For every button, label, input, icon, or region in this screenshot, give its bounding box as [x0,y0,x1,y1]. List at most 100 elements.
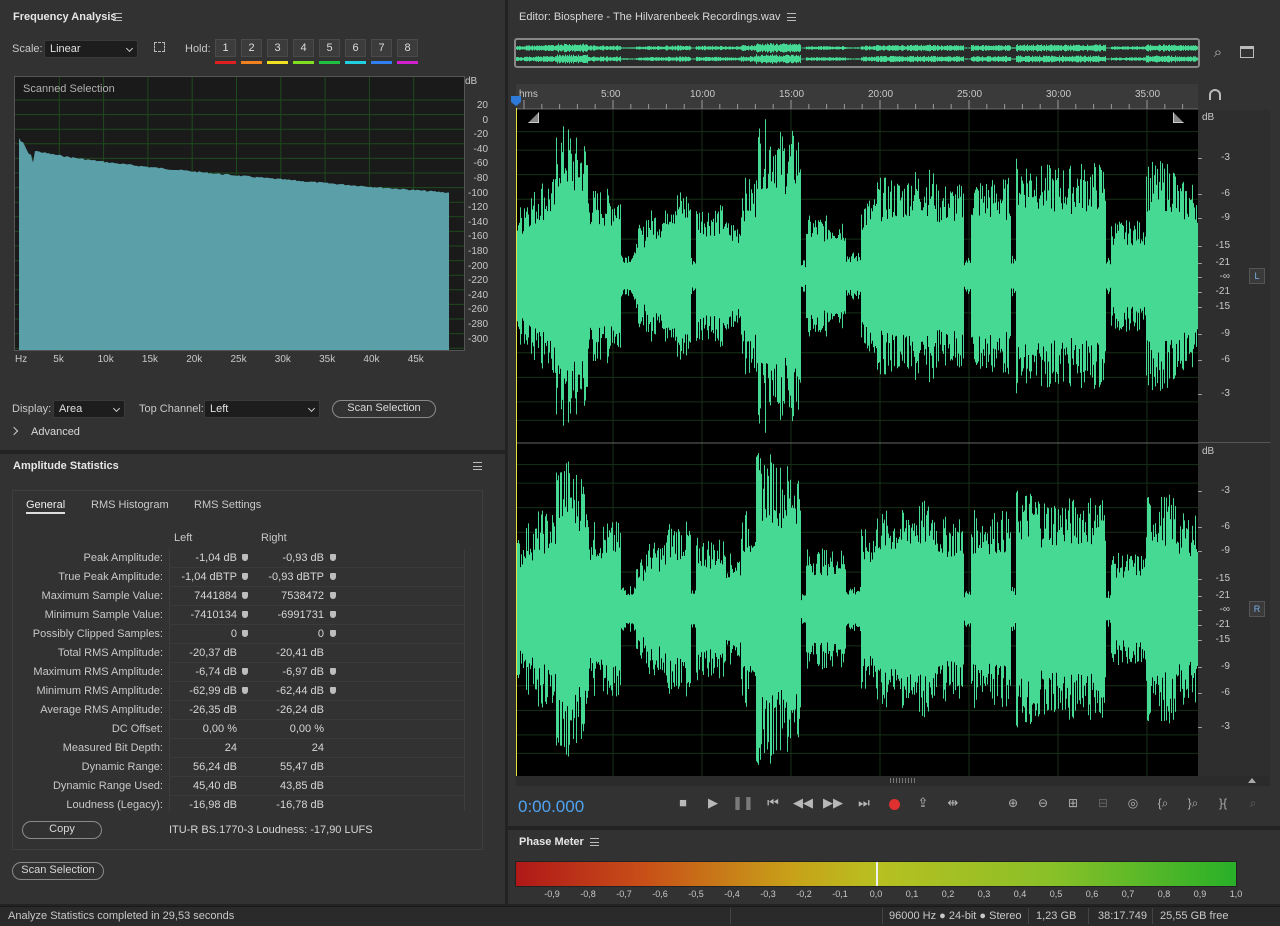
stat-name: Minimum Sample Value: [44,609,163,621]
zoom-navigator-icon[interactable]: ⌕ [1206,44,1230,61]
scale-select[interactable]: Linear [44,40,138,58]
go-to-marker-icon[interactable] [242,573,248,580]
go-to-marker-icon[interactable] [330,611,336,618]
stat-right-value: -26,24 dB [276,704,324,716]
channel-label-left[interactable]: L [1249,268,1265,284]
horizontal-scrollbar[interactable] [516,776,1270,786]
record-icon[interactable] [889,799,900,810]
copy-button[interactable]: Copy [22,821,102,839]
hold-button-3[interactable]: 3 [267,39,288,57]
channel-label-right[interactable]: R [1249,601,1265,617]
zoom-full-icon[interactable]: ◎ [1121,796,1145,810]
stat-name: Possibly Clipped Samples: [32,628,163,640]
waveform-overview[interactable] [514,38,1200,68]
frequency-graph-svg [15,77,464,350]
go-to-marker-icon[interactable] [242,592,248,599]
db-tick-label: -180 [467,246,488,257]
go-to-marker-icon[interactable] [242,611,248,618]
hold-button-8[interactable]: 8 [397,39,418,57]
fast-forward-icon[interactable]: ▶▶ [822,795,844,811]
rewind-icon[interactable]: ◀◀ [792,795,814,811]
play-icon[interactable]: ▶ [702,795,724,811]
marquee-select-icon[interactable] [154,42,165,52]
hold-button-5[interactable]: 5 [319,39,340,57]
chevron-down-icon [112,404,121,413]
zoom-reset-icon[interactable]: ⌕ [1241,796,1265,811]
phase-tick-label: 0,3 [977,889,991,899]
display-select[interactable]: Area [53,400,125,418]
amplitude-scan-selection-button[interactable]: Scan Selection [12,862,104,880]
time-tick-label: 35:00 [1135,89,1161,100]
db-scale-tick-label: -6 [1221,521,1230,532]
editor-menu-icon[interactable] [787,13,796,21]
go-to-marker-icon[interactable] [242,687,248,694]
pause-icon[interactable]: ❚❚ [732,795,754,811]
status-separator [1028,908,1029,924]
phase-meter-title: Phase Meter [519,836,584,848]
go-to-marker-icon[interactable] [330,630,336,637]
spectral-view-toggle-icon[interactable] [1240,46,1254,58]
go-to-marker-icon[interactable] [330,687,336,694]
db-scale-tick-label: -∞ [1219,271,1230,282]
frequency-panel-menu-icon[interactable] [113,13,122,21]
status-separator [1088,908,1089,924]
go-to-end-icon[interactable]: ⏭ [853,795,875,811]
db-scale-tick-mark [1198,360,1202,361]
go-to-marker-icon[interactable] [242,630,248,637]
stat-left-value: -26,35 dB [189,704,237,716]
advanced-toggle[interactable]: Advanced [31,426,80,438]
zoom-in-time-icon[interactable]: ⊞ [1061,796,1085,810]
scroll-grip-icon[interactable] [890,778,916,783]
hold-button-2[interactable]: 2 [241,39,262,57]
db-scale-divider [1198,442,1270,443]
zoom-in-point-icon[interactable]: }⌕ [1181,796,1205,811]
frequency-graph[interactable]: Scanned Selection [14,76,465,351]
db-scale-tick-mark [1198,596,1202,597]
skip-selection-icon[interactable]: ⇹ [942,795,964,811]
phase-meter-menu-icon[interactable] [590,838,599,846]
stat-name: Maximum Sample Value: [41,590,163,602]
chevron-down-icon [307,404,316,413]
go-to-marker-icon[interactable] [330,592,336,599]
zoom-out-point-icon[interactable]: }{ [1211,796,1235,810]
go-to-marker-icon[interactable] [242,554,248,561]
headphones-icon[interactable] [1209,89,1221,100]
hold-color-swatch [397,61,418,64]
stop-icon[interactable]: ■ [672,795,694,810]
loop-playback-icon[interactable]: ⇪ [912,795,934,811]
zoom-out-amplitude-icon[interactable]: ⊖ [1031,796,1055,810]
hold-color-swatch [241,61,262,64]
db-scale-tick-mark [1198,263,1202,264]
go-to-start-icon[interactable]: ⏮ [762,795,784,811]
top-channel-select[interactable]: Left [204,400,320,418]
hz-tick-label: 40k [363,354,380,365]
scroll-up-icon[interactable] [1248,778,1256,783]
hold-button-1[interactable]: 1 [215,39,236,57]
tab-general[interactable]: General [26,499,66,514]
go-to-marker-icon[interactable] [330,668,336,675]
phase-meter-center-line [876,862,878,886]
hold-button-4[interactable]: 4 [293,39,314,57]
zoom-in-amplitude-icon[interactable]: ⊕ [1001,796,1025,810]
chevron-right-icon[interactable] [9,426,19,436]
hold-button-6[interactable]: 6 [345,39,366,57]
hold-color-swatch [345,61,366,64]
zoom-to-selection-icon[interactable]: {⌕ [1151,796,1175,811]
tab-rms-settings[interactable]: RMS Settings [194,499,261,511]
waveform-display[interactable] [516,110,1198,776]
hold-button-7[interactable]: 7 [371,39,392,57]
stats-row: Loudness (Legacy): -16,98 dB -16,78 dB [0,796,480,811]
db-tick-label: -40 [473,143,488,155]
amplitude-panel-menu-icon[interactable] [473,462,482,470]
go-to-marker-icon[interactable] [330,554,336,561]
go-to-marker-icon[interactable] [242,668,248,675]
go-to-marker-icon[interactable] [330,573,336,580]
frequency-scan-selection-button[interactable]: Scan Selection [332,400,436,418]
time-ruler[interactable]: hms 5:00 10:00 15:00 20:00 25:00 30:00 35:00 [516,84,1198,109]
stats-row: Minimum RMS Amplitude: -62,99 dB -62,44 dB [0,682,480,701]
zoom-out-time-icon[interactable]: ⊟ [1091,796,1115,810]
db-tick-label: 20 [476,100,488,111]
tab-rms-histogram[interactable]: RMS Histogram [91,499,169,511]
stat-left-value: 24 [224,742,237,754]
current-time-display[interactable]: 0:00.000 [518,797,584,817]
